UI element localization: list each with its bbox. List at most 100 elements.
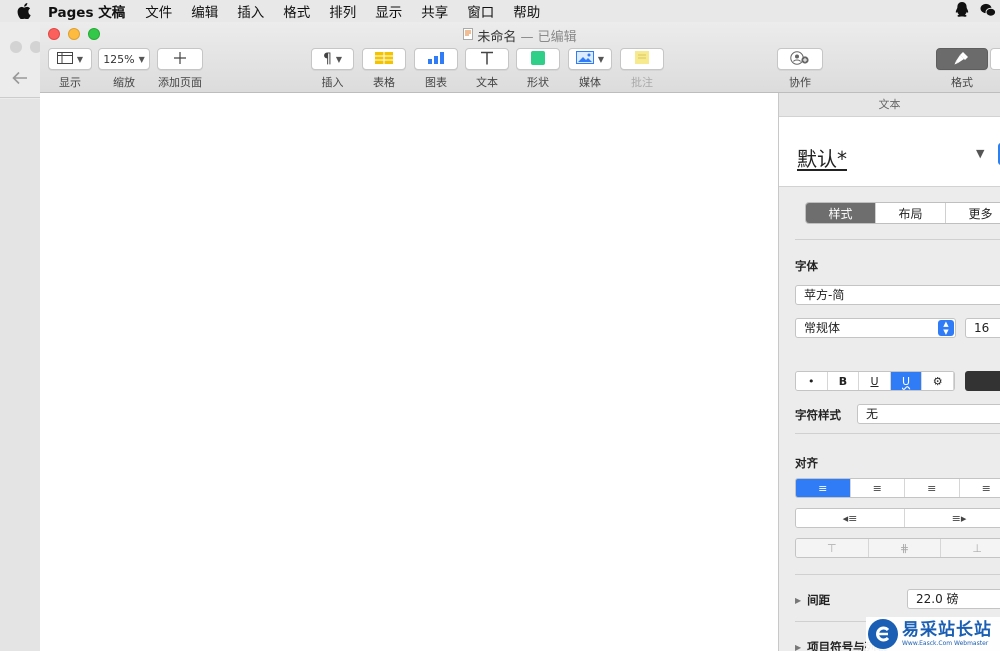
chart-control: 图表 xyxy=(414,48,458,90)
background-window-toolbar xyxy=(0,62,40,98)
menu-arrange[interactable]: 排列 xyxy=(329,1,356,21)
align-middle-icon[interactable]: ⋕ xyxy=(868,539,942,557)
menu-window[interactable]: 窗口 xyxy=(467,1,494,21)
wavy-underline-button[interactable]: U xyxy=(890,372,923,390)
spacing-select[interactable]: 22.0 磅 xyxy=(907,589,1000,609)
chevron-down-icon: ▼ xyxy=(138,54,145,64)
bold-button[interactable]: B xyxy=(827,372,860,390)
text-button[interactable] xyxy=(465,48,509,70)
collaborate-label: 协作 xyxy=(789,76,811,89)
background-window[interactable] xyxy=(0,22,42,651)
paragraph-style-dropdown-icon[interactable]: ▼ xyxy=(976,147,984,160)
align-bottom-icon[interactable]: ⊥ xyxy=(941,539,1000,557)
paragraph-style-area: 默认* ▼ xyxy=(779,117,1000,187)
divider xyxy=(795,574,1000,575)
pilcrow-icon: ¶ xyxy=(322,51,332,67)
menu-format[interactable]: 格式 xyxy=(283,1,310,21)
menu-help[interactable]: 帮助 xyxy=(513,1,540,21)
decrease-indent-icon[interactable]: ◂≡ xyxy=(796,509,905,527)
align-top-icon[interactable]: ⊤ xyxy=(796,539,869,557)
menu-edit[interactable]: 编辑 xyxy=(191,1,218,21)
shape-button[interactable] xyxy=(516,48,560,70)
comment-button[interactable] xyxy=(620,48,664,70)
background-window-controls xyxy=(10,41,42,53)
qq-icon[interactable] xyxy=(954,1,970,22)
site-watermark: 易采站长站 Www.Easck.Com Webmaster xyxy=(866,617,1000,651)
divider xyxy=(795,433,1000,434)
sidebar-view-icon xyxy=(56,51,73,67)
align-left-icon[interactable]: ≡ xyxy=(796,479,851,497)
format-control: 格式 xyxy=(936,48,988,90)
menu-share[interactable]: 共享 xyxy=(421,1,448,21)
bullet-button[interactable]: • xyxy=(796,372,828,390)
tab-more[interactable]: 更多 xyxy=(946,203,1000,223)
document-icon xyxy=(463,27,474,44)
chevron-down-icon: ▼ xyxy=(76,54,84,64)
font-typeface-select[interactable]: 常规体 ▲ ▼ xyxy=(795,318,956,338)
zoom-select[interactable]: 125% ▼ xyxy=(98,48,150,70)
view-button[interactable]: ▼ xyxy=(48,48,92,70)
document-title[interactable]: 未命名 — 已编辑 xyxy=(40,26,1000,45)
font-family-select[interactable]: 苹方-简 xyxy=(795,285,1000,305)
align-justify-icon[interactable]: ≡ xyxy=(959,479,1000,497)
tab-style[interactable]: 样式 xyxy=(806,203,876,223)
menu-app-name[interactable]: Pages 文稿 xyxy=(48,1,125,21)
disclosure-triangle-icon: ▶ xyxy=(795,595,802,605)
shape-control: 形状 xyxy=(516,48,560,90)
titlebar-toolbar: 未命名 — 已编辑 ▼ 显示 125% ▼ 缩放 添加页面 ¶ ▼ 插入 表格 … xyxy=(40,22,1000,93)
back-arrow-icon[interactable] xyxy=(12,71,28,88)
background-window-body xyxy=(0,99,40,651)
spacing-label: 间距 xyxy=(807,593,831,607)
watermark-logo-icon xyxy=(868,619,898,649)
vertical-align-buttons: ⊤ ⋕ ⊥ xyxy=(795,538,1000,558)
document-title-text: 未命名 xyxy=(477,30,517,45)
zoom-control: 125% ▼ 缩放 xyxy=(98,48,150,90)
document-canvas[interactable] xyxy=(40,93,778,651)
table-icon xyxy=(375,51,393,67)
bg-close-button[interactable] xyxy=(10,41,22,53)
table-label: 表格 xyxy=(373,76,395,89)
collaborate-control: 协作 xyxy=(777,48,823,90)
inspector-header: 文本 xyxy=(779,93,1000,117)
font-size-field[interactable]: 16 xyxy=(965,318,1000,338)
menu-file[interactable]: 文件 xyxy=(145,1,172,21)
text-format-buttons: • B U U ⚙ xyxy=(795,371,955,391)
divider xyxy=(795,239,1000,240)
pages-window: 未命名 — 已编辑 ▼ 显示 125% ▼ 缩放 添加页面 ¶ ▼ 插入 表格 … xyxy=(40,22,1000,651)
increase-indent-icon[interactable]: ≡▸ xyxy=(905,509,1000,527)
underline-button[interactable]: U xyxy=(859,372,891,390)
media-button[interactable]: ▼ xyxy=(568,48,612,70)
format-inspector: 文本 默认* ▼ 样式 布局 更多 字体 苹方-简 常规体 ▲ ▼ 16 • B … xyxy=(778,93,1000,651)
tab-layout[interactable]: 布局 xyxy=(876,203,946,223)
indent-buttons: ◂≡ ≡▸ xyxy=(795,508,1000,528)
format-button[interactable] xyxy=(936,48,988,70)
apple-menu-icon[interactable] xyxy=(0,3,48,19)
gear-icon[interactable]: ⚙ xyxy=(922,372,954,390)
add-person-icon xyxy=(790,50,810,68)
table-button[interactable] xyxy=(362,48,406,70)
watermark-subtitle: Www.Easck.Com Webmaster xyxy=(902,640,989,647)
align-center-icon[interactable]: ≡ xyxy=(850,479,905,497)
document-button-edge[interactable] xyxy=(990,48,1000,70)
wechat-icon[interactable] xyxy=(980,2,997,21)
menu-insert[interactable]: 插入 xyxy=(237,1,264,21)
text-color-well[interactable] xyxy=(965,371,1000,391)
add-page-button[interactable] xyxy=(157,48,203,70)
zoom-value: 125% xyxy=(103,52,135,66)
add-page-label: 添加页面 xyxy=(158,76,202,89)
plus-icon xyxy=(174,51,186,67)
chart-icon xyxy=(427,51,445,67)
menu-view[interactable]: 显示 xyxy=(375,1,402,21)
paragraph-style-name[interactable]: 默认* xyxy=(797,143,847,172)
collaborate-button[interactable] xyxy=(777,48,823,70)
char-style-select[interactable]: 无 xyxy=(857,404,1000,424)
shape-square-icon xyxy=(531,50,545,68)
chart-button[interactable] xyxy=(414,48,458,70)
spacing-disclosure[interactable]: ▶ 间距 xyxy=(795,592,830,608)
document-edited-status: — 已编辑 xyxy=(520,30,577,45)
menu-bar: Pages 文稿 文件 编辑 插入 格式 排列 显示 共享 窗口 帮助 xyxy=(0,0,1000,22)
media-label: 媒体 xyxy=(579,76,601,89)
insert-button[interactable]: ¶ ▼ xyxy=(311,48,354,70)
align-right-icon[interactable]: ≡ xyxy=(905,479,960,497)
text-label: 文本 xyxy=(476,76,498,89)
